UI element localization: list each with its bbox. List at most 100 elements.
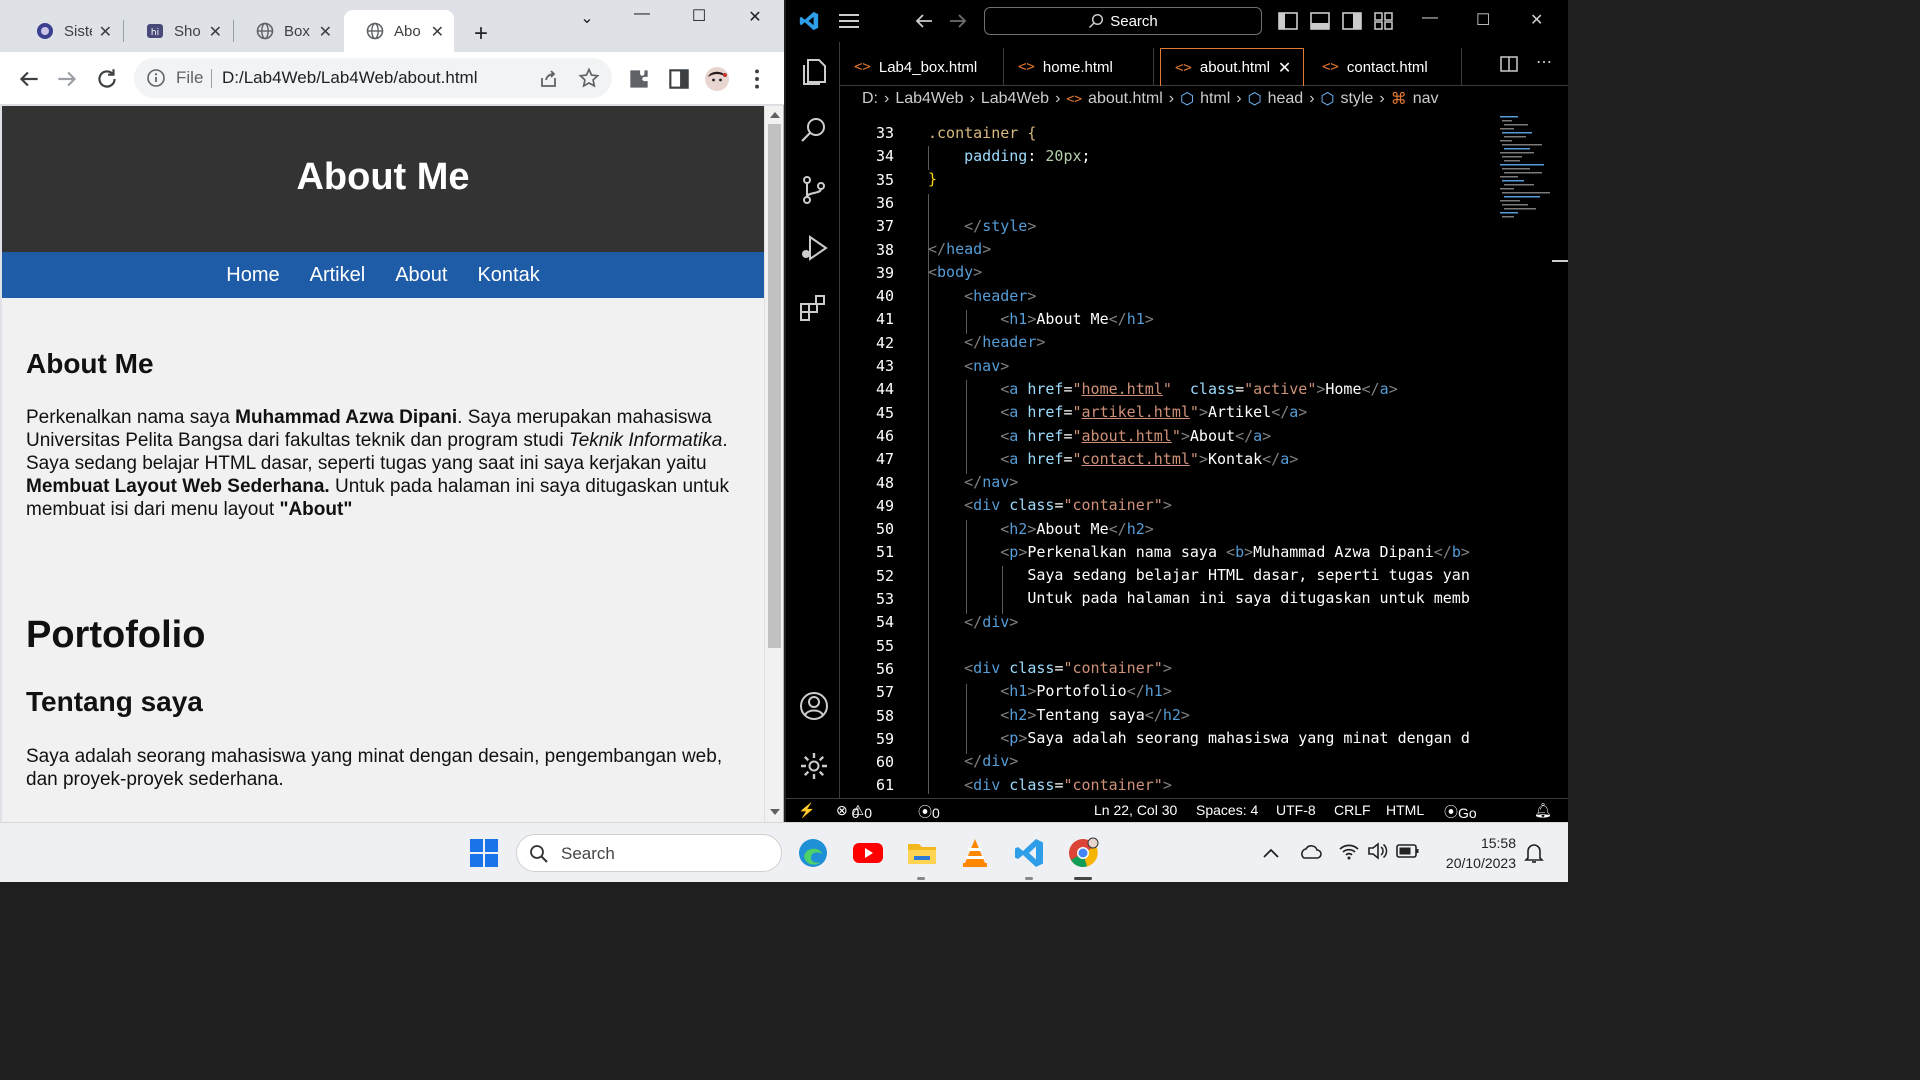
notification-bell-icon[interactable] <box>1524 842 1544 864</box>
nav-back-arrow-icon[interactable] <box>914 12 934 30</box>
scroll-down-arrow-icon[interactable] <box>770 809 780 815</box>
href-value[interactable]: contact.html <box>1082 450 1190 468</box>
breadcrumb-item[interactable]: D: <box>862 90 878 108</box>
share-icon[interactable] <box>538 68 560 90</box>
reload-icon[interactable] <box>94 66 120 92</box>
problems-indicator[interactable]: ⊗ 0 ⚠ 0 <box>836 802 872 821</box>
address-bar[interactable]: File D:/Lab4Web/Lab4Web/about.html <box>134 58 612 98</box>
close-icon[interactable]: ✕ <box>99 22 112 42</box>
edge-browser-icon[interactable] <box>796 836 830 870</box>
toggle-primary-sidebar-icon[interactable] <box>1278 12 1298 30</box>
onedrive-cloud-icon[interactable] <box>1298 843 1322 861</box>
encoding-setting[interactable]: UTF-8 <box>1276 802 1316 818</box>
vscode-maximize-icon[interactable]: ☐ <box>1476 10 1490 30</box>
toggle-panel-icon[interactable] <box>1310 12 1330 30</box>
nav-link-kontak[interactable]: Kontak <box>477 264 539 287</box>
breadcrumb-item[interactable]: Lab4Web <box>895 90 963 108</box>
breadcrumb-item[interactable]: style <box>1340 90 1373 108</box>
href-value[interactable]: artikel.html <box>1082 403 1190 421</box>
hamburger-menu-icon[interactable] <box>838 12 860 30</box>
breadcrumb-item[interactable]: nav <box>1413 90 1439 108</box>
minimap[interactable] <box>1498 112 1558 232</box>
info-icon[interactable] <box>146 68 166 88</box>
breadcrumb-item[interactable]: Lab4Web <box>981 90 1049 108</box>
chrome-tab-3[interactable]: Box ✕ <box>234 10 342 52</box>
href-value[interactable]: about.html <box>1082 427 1172 445</box>
scroll-up-arrow-icon[interactable] <box>770 112 780 118</box>
run-and-debug-icon[interactable] <box>798 232 830 264</box>
language-mode[interactable]: HTML <box>1386 802 1424 818</box>
profile-avatar-icon[interactable] <box>704 66 730 92</box>
editor-tab-about-active[interactable]: <> about.html ✕ <box>1160 48 1304 86</box>
vscode-taskbar-icon[interactable] <box>1012 836 1046 870</box>
accounts-icon[interactable] <box>798 690 830 722</box>
tray-chevron-up-icon[interactable] <box>1262 845 1280 861</box>
taskbar-search-box[interactable]: Search <box>516 834 782 872</box>
chrome-tab-2[interactable]: hi Sho ✕ <box>124 10 232 52</box>
windows-start-icon[interactable] <box>467 836 501 870</box>
code-editor[interactable]: 33 34 35 36 37 38 39 40 41 42 43 44 45 46 47 48 49 50 51 52… <box>840 112 1568 798</box>
running-app-indicator <box>917 877 925 880</box>
minimize-icon[interactable]: — <box>627 5 657 27</box>
tab-search-chevron-icon[interactable]: ⌄ <box>572 8 602 30</box>
back-arrow-icon[interactable] <box>16 66 42 92</box>
vlc-player-icon[interactable] <box>958 836 992 870</box>
close-icon[interactable]: ✕ <box>431 22 444 42</box>
cursor-position[interactable]: Ln 22, Col 30 <box>1094 802 1177 818</box>
url-text[interactable]: D:/Lab4Web/Lab4Web/about.html <box>222 68 477 88</box>
split-editor-icon[interactable] <box>1500 56 1518 72</box>
chrome-tab-4-active[interactable]: Abo ✕ <box>344 10 454 52</box>
indentation-setting[interactable]: Spaces: 4 <box>1196 802 1258 818</box>
notifications-bell-icon[interactable]: 🔔︎ <box>1534 802 1552 819</box>
extensions-icon[interactable] <box>798 292 830 324</box>
bookmark-star-icon[interactable] <box>578 67 600 89</box>
nav-link-home[interactable]: Home <box>226 264 279 287</box>
close-icon[interactable]: ✕ <box>319 22 332 42</box>
youtube-icon[interactable] <box>851 836 885 870</box>
eol-setting[interactable]: CRLF <box>1334 802 1371 818</box>
chrome-taskbar-icon[interactable] <box>1066 836 1100 870</box>
page-scrollbar[interactable] <box>764 106 783 822</box>
chrome-tab-1[interactable]: Siste ✕ <box>14 10 122 52</box>
clock-date[interactable]: 20/10/2023 <box>1446 855 1516 871</box>
volume-speaker-icon[interactable] <box>1366 841 1388 861</box>
new-tab-plus-icon[interactable]: + <box>466 20 496 47</box>
breadcrumb-item[interactable]: about.html <box>1088 90 1163 108</box>
breadcrumb-item[interactable]: head <box>1268 90 1304 108</box>
more-actions-icon[interactable]: ⋯ <box>1536 52 1552 72</box>
search-icon[interactable] <box>798 114 830 146</box>
close-icon[interactable]: ✕ <box>209 22 222 42</box>
toggle-secondary-sidebar-icon[interactable] <box>1342 12 1362 30</box>
command-center-search[interactable]: Search <box>984 7 1262 35</box>
editor-tab-lab4-box[interactable]: <> Lab4_box.html <box>840 48 1004 86</box>
clock-time[interactable]: 15:58 <box>1481 835 1516 851</box>
nav-forward-arrow-icon[interactable] <box>948 12 968 30</box>
editor-tab-contact[interactable]: <> contact.html <box>1308 48 1462 86</box>
window-close-icon[interactable]: ✕ <box>740 7 770 29</box>
settings-gear-icon[interactable] <box>798 750 830 782</box>
source-control-icon[interactable] <box>798 174 830 206</box>
editor-scroll-indicator[interactable] <box>1552 260 1568 262</box>
editor-tab-home[interactable]: <> home.html <box>1004 48 1154 86</box>
forward-arrow-icon[interactable] <box>54 66 80 92</box>
maximize-icon[interactable]: ☐ <box>684 6 714 28</box>
breadcrumb-item[interactable]: html <box>1200 90 1230 108</box>
vscode-minimize-icon[interactable]: — <box>1422 9 1438 27</box>
href-value[interactable]: home.html <box>1082 380 1163 398</box>
customize-layout-icon[interactable] <box>1374 12 1394 30</box>
extensions-puzzle-icon[interactable] <box>626 66 652 92</box>
wifi-icon[interactable] <box>1338 841 1360 861</box>
file-explorer-icon[interactable] <box>905 836 939 870</box>
remote-indicator-icon[interactable]: ⚡ <box>798 802 815 819</box>
vscode-close-icon[interactable]: ✕ <box>1530 10 1543 30</box>
nav-link-about[interactable]: About <box>395 264 447 287</box>
battery-icon[interactable] <box>1396 843 1420 859</box>
close-tab-icon[interactable]: ✕ <box>1278 58 1291 78</box>
explorer-files-icon[interactable] <box>798 56 830 88</box>
nav-link-artikel[interactable]: Artikel <box>310 264 366 287</box>
scrollbar-thumb[interactable] <box>768 124 781 648</box>
ports-indicator[interactable]: ⦿ 0 <box>918 802 940 822</box>
go-live-button[interactable]: ⦿ Go Live <box>1444 802 1484 837</box>
side-panel-icon[interactable] <box>666 66 692 92</box>
kebab-menu-icon[interactable] <box>744 66 770 92</box>
